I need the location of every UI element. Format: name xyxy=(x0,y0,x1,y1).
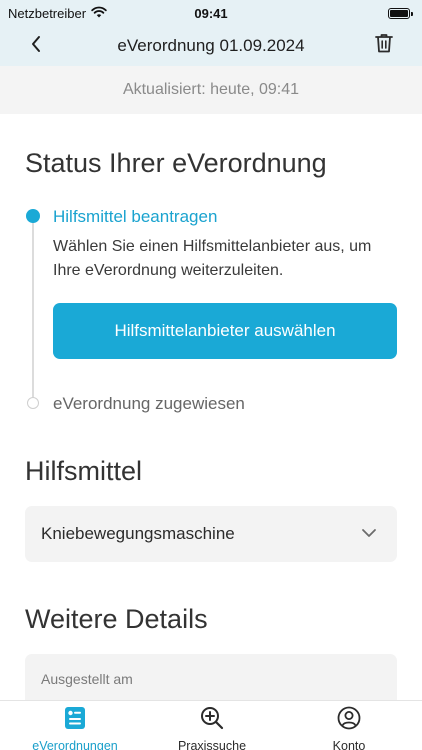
tab-everordnungen[interactable]: eVerordnungen xyxy=(20,701,130,750)
status-left: Netzbetreiber xyxy=(8,6,107,21)
aid-select[interactable]: Kniebewegungsmaschine xyxy=(25,506,397,562)
document-icon xyxy=(64,706,86,735)
timeline-dot-active xyxy=(26,209,40,223)
delete-button[interactable] xyxy=(370,31,398,59)
chevron-down-icon xyxy=(361,525,377,543)
tab-praxissuche[interactable]: Praxissuche xyxy=(157,701,267,750)
tab-konto[interactable]: Konto xyxy=(294,701,404,750)
wifi-icon xyxy=(91,6,107,21)
issued-label: Ausgestellt am xyxy=(41,671,133,687)
search-plus-icon xyxy=(200,706,224,735)
tab-label-praxissuche: Praxissuche xyxy=(177,739,247,750)
timeline-line xyxy=(32,222,34,397)
tab-label-everordnungen: eVerordnungen xyxy=(32,739,118,750)
details-section-title: Weitere Details xyxy=(25,604,208,634)
battery-icon xyxy=(388,7,413,19)
step-description: Wählen Sie einen Hilfsmittelanbieter aus… xyxy=(53,238,372,279)
step-label-active: Hilfsmittel beantragen xyxy=(53,207,218,226)
status-bar: Netzbetreiber 09:41 xyxy=(0,0,422,26)
tab-bar: eVerordnungen Praxissuche Konto xyxy=(0,700,422,750)
page-title: eVerordnung 01.09.2024 xyxy=(117,36,305,55)
aid-section-title: Hilfsmittel xyxy=(25,456,143,486)
timeline-dot-pending xyxy=(27,397,39,409)
updated-text: Aktualisiert: heute, 09:41 xyxy=(122,81,300,98)
tab-label-konto: Konto xyxy=(332,739,366,750)
chevron-left-icon xyxy=(30,35,42,58)
user-icon xyxy=(337,706,361,735)
aid-select-value: Kniebewegungsmaschine xyxy=(41,524,235,543)
updated-banner: Aktualisiert: heute, 09:41 xyxy=(0,66,422,114)
back-button[interactable] xyxy=(22,32,50,60)
step-label-pending: eVerordnung zugewiesen xyxy=(53,394,245,413)
select-provider-button[interactable]: Hilfsmittelanbieter auswählen xyxy=(53,303,397,359)
trash-icon xyxy=(375,33,393,58)
status-section-title: Status Ihrer eVerordnung xyxy=(25,148,327,178)
carrier-name: Netzbetreiber xyxy=(8,5,87,21)
navigation-header: eVerordnung 01.09.2024 xyxy=(0,26,422,66)
